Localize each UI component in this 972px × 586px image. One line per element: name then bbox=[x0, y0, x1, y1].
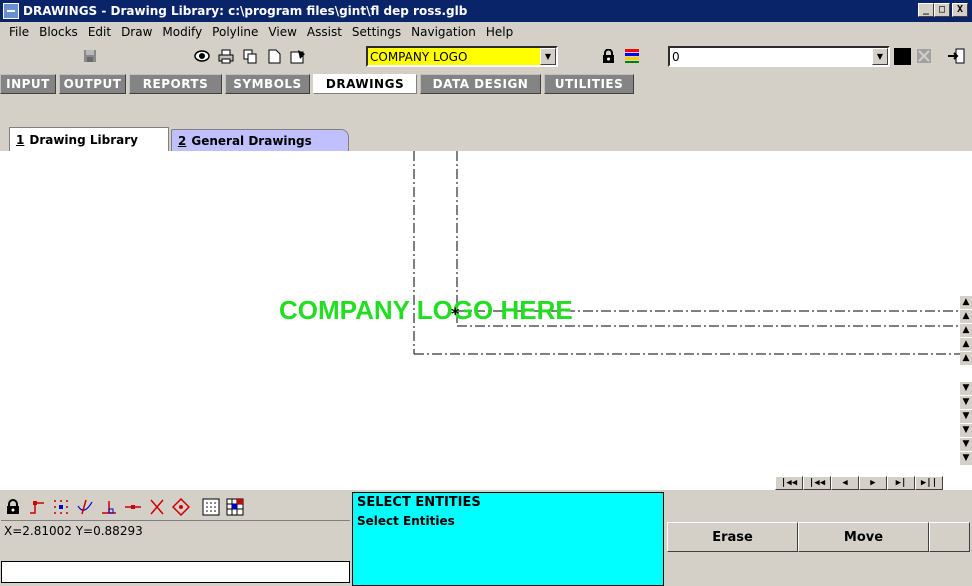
layer-lock-icon[interactable] bbox=[598, 46, 618, 66]
tab-symbols[interactable]: SYMBOLS bbox=[225, 74, 310, 94]
exit-icon[interactable] bbox=[946, 46, 966, 66]
menu-edit[interactable]: Edit bbox=[83, 25, 116, 39]
menu-assist[interactable]: Assist bbox=[302, 25, 347, 39]
command-input[interactable] bbox=[1, 561, 350, 583]
snap-grid-icon[interactable] bbox=[50, 496, 72, 518]
coordinate-readout: X=2.81002 Y=0.88293 bbox=[1, 520, 350, 540]
last-record-button[interactable]: ▶|| bbox=[915, 476, 943, 490]
main-tabs: INPUT OUTPUT REPORTS SYMBOLS DRAWINGS DA… bbox=[0, 72, 972, 96]
snap-tangent-icon[interactable] bbox=[74, 496, 96, 518]
application-window: DRAWINGS - Drawing Library: c:\program f… bbox=[0, 0, 972, 586]
tab-drawings[interactable]: DRAWINGS bbox=[313, 74, 417, 94]
scroll-bottom-icon[interactable]: ▼ bbox=[960, 452, 972, 465]
block-select[interactable]: COMPANY LOGO ▼ bbox=[366, 46, 558, 67]
menu-settings[interactable]: Settings bbox=[347, 25, 406, 39]
snap-toolbar bbox=[2, 494, 248, 520]
color-swatch[interactable] bbox=[894, 48, 911, 65]
sub-tabs: 1 Drawing Library 2 General Drawings bbox=[0, 127, 972, 151]
subtab-number: 2 bbox=[178, 133, 187, 148]
minimize-button[interactable]: _ bbox=[918, 3, 934, 17]
menu-polyline[interactable]: Polyline bbox=[207, 25, 263, 39]
menu-file[interactable]: File bbox=[4, 25, 34, 39]
tab-utilities[interactable]: UTILITIES bbox=[544, 74, 634, 94]
layer-select-value: 0 bbox=[672, 49, 680, 64]
properties-icon[interactable] bbox=[288, 46, 308, 66]
erase-button[interactable]: Erase bbox=[667, 522, 798, 552]
print-icon[interactable] bbox=[216, 46, 236, 66]
logo-placeholder-text: COMPANY LOGO HERE bbox=[279, 295, 573, 325]
menu-draw[interactable]: Draw bbox=[116, 25, 157, 39]
scroll-page-up-icon[interactable]: ▲ bbox=[960, 324, 972, 337]
menu-bar: File Blocks Edit Draw Modify Polyline Vi… bbox=[0, 22, 972, 42]
new-page-icon[interactable] bbox=[264, 46, 284, 66]
snap-endpoint-icon[interactable] bbox=[26, 496, 48, 518]
ortho-grid-icon[interactable] bbox=[224, 496, 246, 518]
tab-reports[interactable]: REPORTS bbox=[129, 74, 222, 94]
drawing-canvas[interactable]: COMPANY LOGO HERE * ▲ ▲ ▲ ▲ ▲ ▼ ▼ ▼ ▼ ▼ … bbox=[0, 151, 972, 490]
save-icon[interactable] bbox=[80, 46, 100, 66]
menu-blocks[interactable]: Blocks bbox=[34, 25, 83, 39]
scroll-up-icon[interactable]: ▲ bbox=[960, 338, 972, 351]
grid-display-icon[interactable] bbox=[200, 496, 222, 518]
linetype-icon[interactable] bbox=[914, 46, 934, 66]
scroll-top-icon[interactable]: ▲ bbox=[960, 296, 972, 309]
tab-data-design[interactable]: DATA DESIGN bbox=[420, 74, 541, 94]
snap-midpoint-icon[interactable] bbox=[122, 496, 144, 518]
close-button[interactable]: X bbox=[952, 3, 968, 17]
scroll-down-icon[interactable]: ▼ bbox=[960, 396, 972, 409]
layers-stack-icon[interactable] bbox=[622, 46, 642, 66]
next-button[interactable]: ▶ bbox=[859, 476, 887, 490]
toolbar: COMPANY LOGO ▼ 0 ▼ bbox=[0, 42, 972, 70]
chevron-down-icon[interactable]: ▼ bbox=[540, 48, 556, 65]
prompt-title: SELECT ENTITIES bbox=[357, 495, 481, 510]
subtab-number: 1 bbox=[16, 132, 25, 147]
command-buttons: Erase Move bbox=[667, 522, 970, 552]
scroll-bottom-icon[interactable]: ▼ bbox=[960, 438, 972, 451]
subtab-label: General Drawings bbox=[191, 133, 312, 148]
tab-input[interactable]: INPUT bbox=[0, 74, 56, 94]
more-commands-button[interactable] bbox=[929, 522, 970, 552]
menu-view[interactable]: View bbox=[263, 25, 301, 39]
first-record-button[interactable]: |◀◀ bbox=[775, 476, 803, 490]
subtab-drawing-library[interactable]: 1 Drawing Library bbox=[9, 127, 169, 151]
scroll-page-down-icon[interactable]: ▼ bbox=[960, 410, 972, 423]
copy-icon[interactable] bbox=[240, 46, 260, 66]
scroll-down-icon[interactable]: ▼ bbox=[960, 382, 972, 395]
chevron-down-icon[interactable]: ▼ bbox=[872, 48, 888, 65]
insertion-point-marker: * bbox=[451, 304, 460, 323]
menu-modify[interactable]: Modify bbox=[157, 25, 207, 39]
subtab-label: Drawing Library bbox=[29, 132, 138, 147]
previous-button[interactable]: ◀ bbox=[831, 476, 859, 490]
window-title: DRAWINGS - Drawing Library: c:\program f… bbox=[23, 4, 468, 18]
scroll-up-icon[interactable]: ▲ bbox=[960, 352, 972, 365]
view-eye-icon[interactable] bbox=[192, 46, 212, 66]
tab-output[interactable]: OUTPUT bbox=[59, 74, 126, 94]
record-navigation: |◀◀ |◀◀ ◀ ▶ ▶| ▶|| bbox=[775, 476, 943, 490]
snap-center-icon[interactable] bbox=[170, 496, 192, 518]
prompt-panel: SELECT ENTITIES Select Entities bbox=[352, 492, 664, 586]
next-page-button[interactable]: ▶| bbox=[887, 476, 915, 490]
title-bar[interactable]: DRAWINGS - Drawing Library: c:\program f… bbox=[0, 0, 972, 22]
menu-help[interactable]: Help bbox=[481, 25, 518, 39]
maximize-button[interactable]: □ bbox=[934, 3, 950, 17]
scroll-page-up-icon[interactable]: ▲ bbox=[960, 310, 972, 323]
snap-intersection-icon[interactable] bbox=[146, 496, 168, 518]
previous-page-button[interactable]: |◀◀ bbox=[803, 476, 831, 490]
window-controls: _ □ X bbox=[918, 3, 968, 17]
snap-perpendicular-icon[interactable] bbox=[98, 496, 120, 518]
prompt-text: Select Entities bbox=[357, 514, 455, 528]
block-select-value: COMPANY LOGO bbox=[370, 49, 468, 64]
subtab-general-drawings[interactable]: 2 General Drawings bbox=[171, 129, 349, 151]
app-icon[interactable] bbox=[3, 3, 19, 19]
menu-navigation[interactable]: Navigation bbox=[406, 25, 481, 39]
scroll-page-down-icon[interactable]: ▼ bbox=[960, 424, 972, 437]
layer-select[interactable]: 0 ▼ bbox=[668, 46, 890, 67]
status-panel: X=2.81002 Y=0.88293 SELECT ENTITIES Sele… bbox=[0, 490, 972, 586]
lock-icon[interactable] bbox=[2, 496, 24, 518]
move-button[interactable]: Move bbox=[798, 522, 929, 552]
